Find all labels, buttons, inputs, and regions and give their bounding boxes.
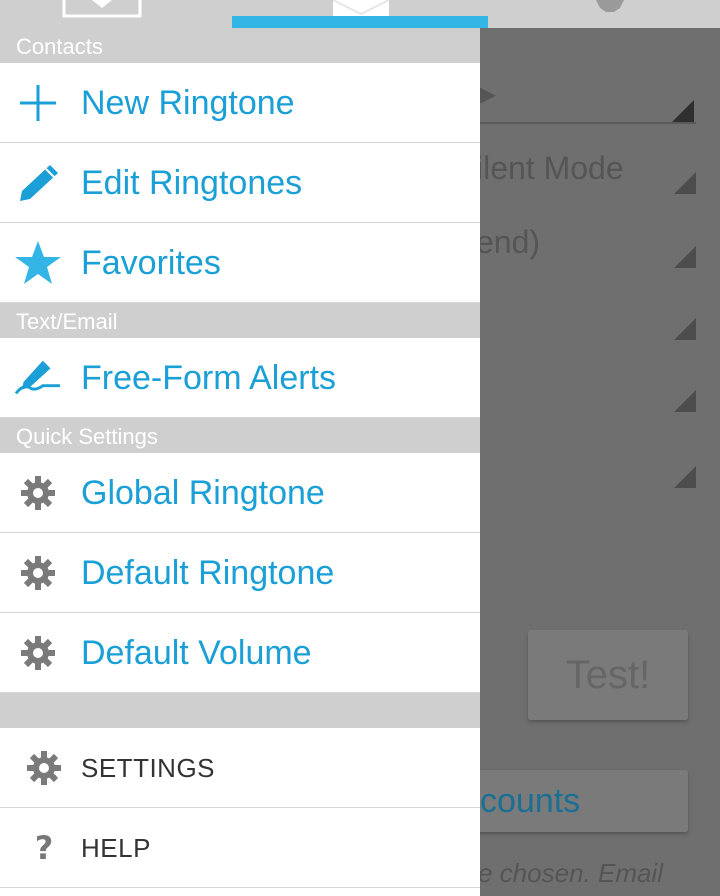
tab-contacts-icon[interactable] <box>62 0 142 23</box>
selected-tab-indicator <box>232 16 488 28</box>
star-icon <box>14 241 62 285</box>
drawer-item-default-volume[interactable]: Default Volume <box>0 613 480 693</box>
drawer-item-settings[interactable]: SETTINGS <box>0 728 480 808</box>
dropdown-arrow-icon[interactable] <box>674 466 696 488</box>
dropdown-arrow-icon[interactable] <box>674 172 696 194</box>
plus-icon <box>14 81 62 125</box>
drawer-item-label: Default Volume <box>81 634 312 672</box>
navigation-drawer: Contacts New Ringtone Edit Ringtones Fav… <box>0 28 480 896</box>
dropdown-arrow-icon[interactable] <box>672 100 694 122</box>
dropdown-underline <box>480 122 696 124</box>
end-label: end) <box>476 224 541 260</box>
signature-pen-icon <box>14 356 62 400</box>
drawer-item-label: Global Ringtone <box>81 474 325 512</box>
drawer-item-help[interactable]: ? HELP <box>0 808 480 888</box>
drawer-item-default-ringtone[interactable]: Default Ringtone <box>0 533 480 613</box>
tab-bar <box>0 0 720 28</box>
drawer-item-new-ringtone[interactable]: New Ringtone <box>0 63 480 143</box>
section-header-text-email: Text/Email <box>0 303 480 338</box>
gear-icon <box>20 746 68 790</box>
section-divider <box>0 693 480 728</box>
drawer-item-free-form-alerts[interactable]: Free-Form Alerts <box>0 338 480 418</box>
gear-icon <box>14 551 62 595</box>
drawer-item-label: Free-Form Alerts <box>81 359 337 397</box>
test-button[interactable]: Test! <box>528 630 688 720</box>
section-header-contacts: Contacts <box>0 28 480 63</box>
pencil-icon <box>14 161 62 205</box>
gear-icon <box>14 471 62 515</box>
drawer-item-label: HELP <box>81 833 151 863</box>
dropdown-arrow-icon[interactable] <box>674 246 696 268</box>
dropdown-arrow-icon[interactable] <box>674 318 696 340</box>
drawer-item-label: Favorites <box>81 244 221 282</box>
accounts-button[interactable]: counts <box>470 770 688 832</box>
info-note: e chosen. Email <box>478 858 663 888</box>
drawer-item-label: Default Ringtone <box>81 554 335 592</box>
silent-mode-label: ilent Mode <box>476 150 624 186</box>
drawer-item-favorites[interactable]: Favorites <box>0 223 480 303</box>
dropdown-arrow-icon[interactable] <box>674 390 696 412</box>
question-icon: ? <box>34 829 54 867</box>
drawer-item-label: Edit Ringtones <box>81 164 303 202</box>
drawer-item-edit-ringtones[interactable]: Edit Ringtones <box>0 143 480 223</box>
drawer-item-label: SETTINGS <box>81 753 216 783</box>
bg-dropdown-fragment: ▸ <box>480 75 497 111</box>
drawer-item-label: New Ringtone <box>81 84 295 122</box>
tab-settings-icon[interactable] <box>590 0 630 19</box>
gear-icon <box>14 631 62 675</box>
drawer-item-global-ringtone[interactable]: Global Ringtone <box>0 453 480 533</box>
section-header-quick-settings: Quick Settings <box>0 418 480 453</box>
